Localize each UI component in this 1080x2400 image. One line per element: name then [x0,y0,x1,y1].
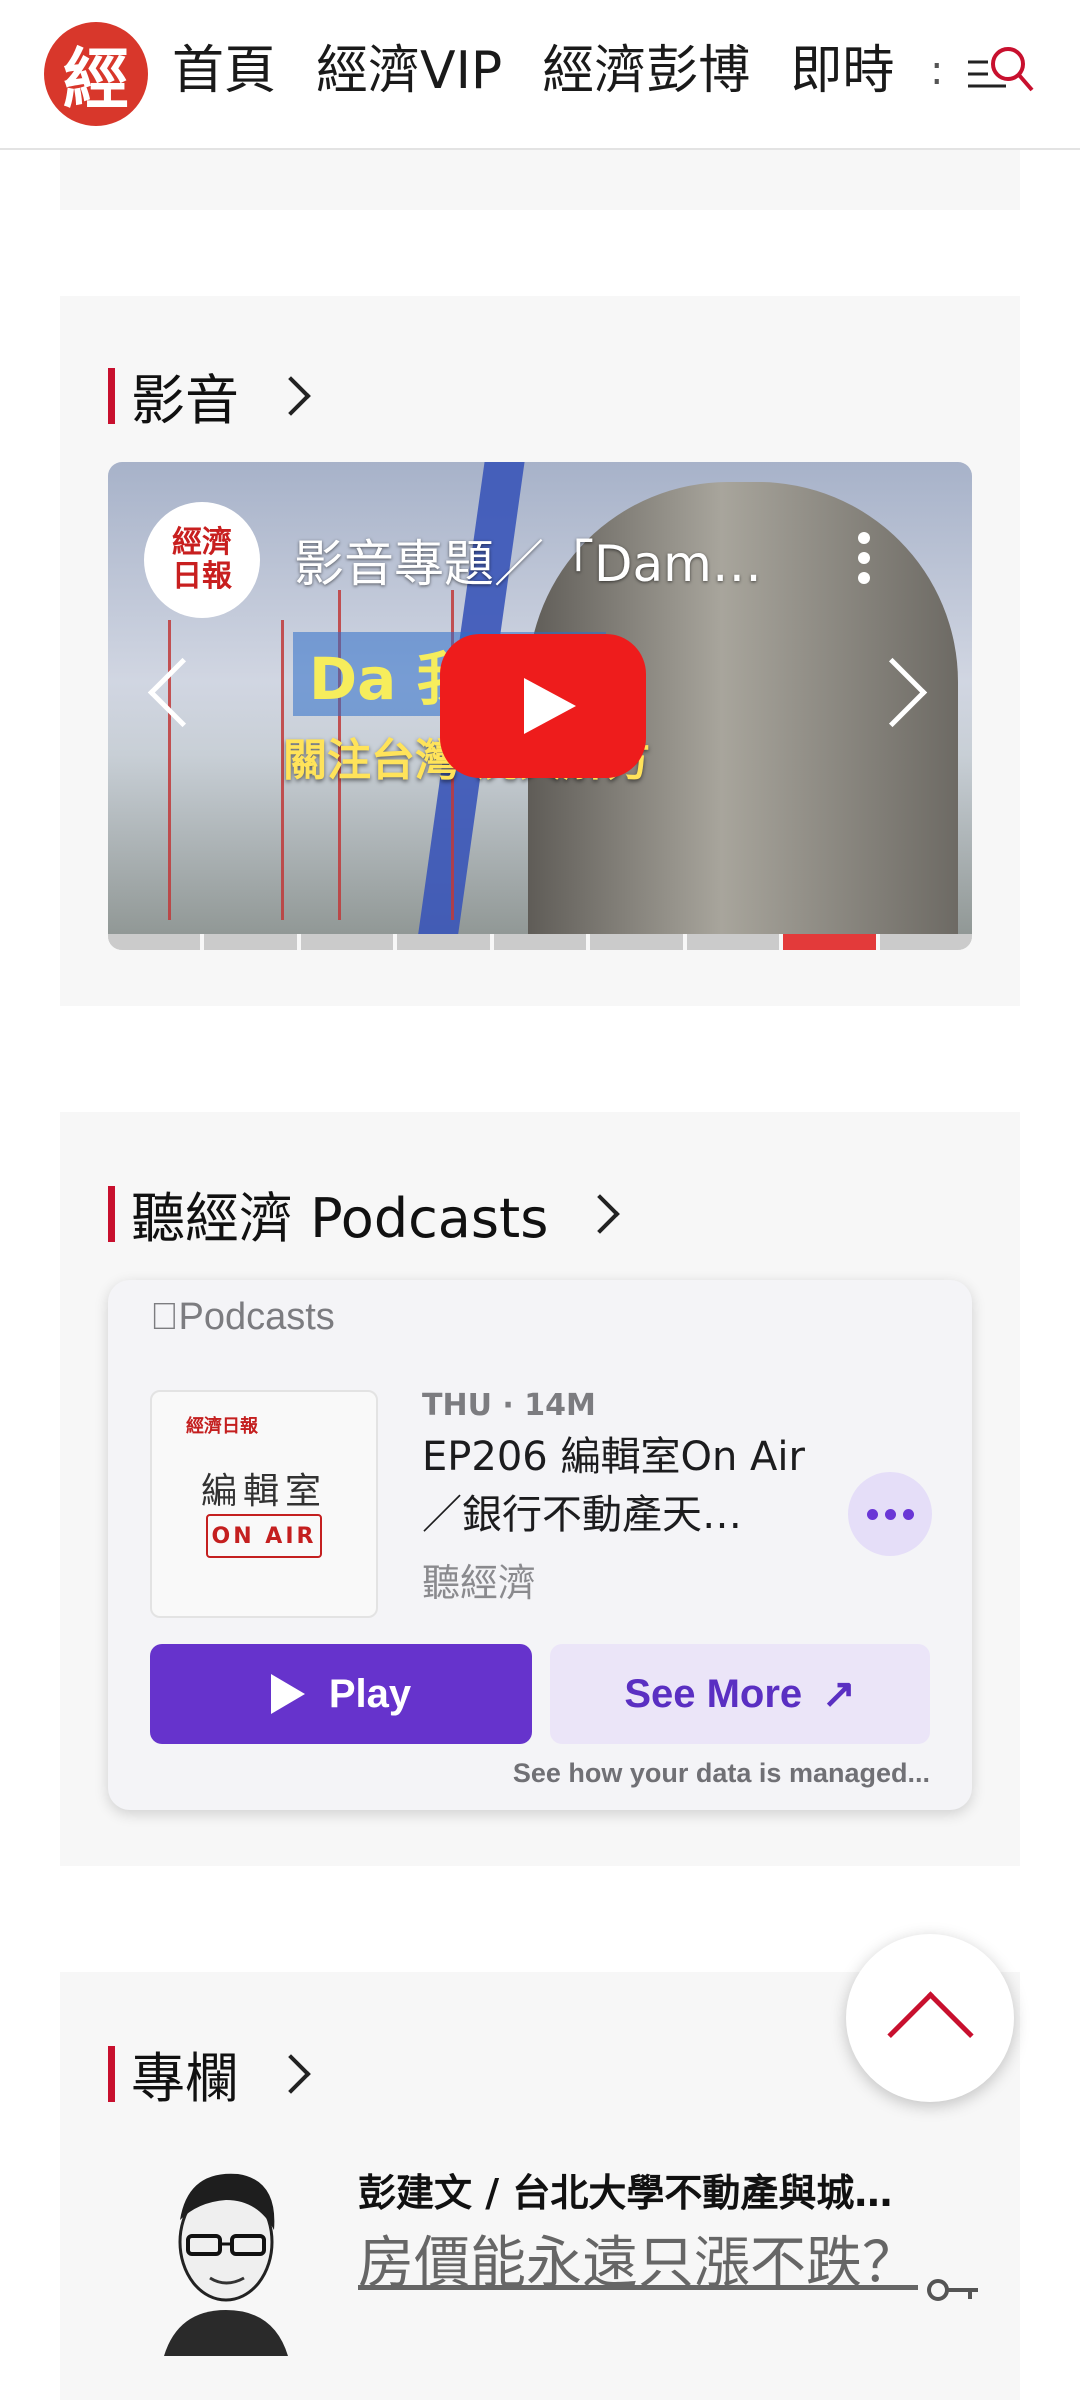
nav-item-realtime[interactable]: 即時 [790,28,894,103]
show-name[interactable]: 聽經濟 [422,1552,536,1607]
top-navigation-bar: 經 首頁 經濟VIP 經濟彭博 即時 : [0,0,1080,150]
site-logo[interactable]: 經 [44,22,148,126]
chevron-right-icon [271,375,311,416]
more-options-icon[interactable] [848,1472,932,1556]
on-air-badge: ON AIR [206,1514,322,1558]
arrow-up-right-icon: ↗ [822,1672,856,1716]
see-more-button[interactable]: See More ↗ [550,1644,930,1744]
apple-podcasts-brand[interactable]: Podcasts [150,1296,335,1339]
previous-section-card [60,148,1020,210]
video-more-icon[interactable] [858,532,872,592]
data-management-link[interactable]: See how your data is managed... [513,1758,930,1789]
podcast-section: 聽經濟 Podcasts Podcasts 經濟日報 編輯室 ON AIR T… [60,1112,1020,1866]
channel-logo[interactable]: 經濟 日報 [144,502,260,618]
video-player[interactable]: 經濟 日報 影音專題／「Dam… Da 我的電 關注台灣 況與解方 [108,462,972,950]
chevron-up-icon [887,1991,974,2078]
column-section-header[interactable]: 專欄 [108,2034,311,2113]
column-article-title[interactable]: 房價能永遠只漲不跌？ [358,2218,918,2299]
play-button[interactable]: Play [150,1644,532,1744]
carousel-progress [108,934,972,950]
nav-item-vip[interactable]: 經濟VIP [316,28,502,103]
chevron-right-icon [580,1193,621,1234]
episode-title[interactable]: EP206 編輯室On Air／銀行不動產天… [422,1428,842,1544]
youtube-play-icon[interactable] [440,634,646,778]
episode-date: THU · 14M [422,1388,596,1423]
video-section: 影音 經濟 日報 影音專題／「Dam… Da 我的電 關注台灣 況與解方 [60,296,1020,1006]
section-marker [108,367,115,424]
section-title: 專欄 [131,2047,239,2110]
apple-podcast-embed: Podcasts 經濟日報 編輯室 ON AIR THU · 14M EP20… [108,1280,972,1810]
chevron-right-icon [271,2053,311,2094]
podcast-artwork[interactable]: 經濟日報 編輯室 ON AIR [150,1390,378,1618]
podcast-section-header[interactable]: 聽經濟 Podcasts [108,1174,621,1253]
section-marker [108,2045,115,2102]
play-icon [270,1674,305,1714]
nav-item-bloomberg[interactable]: 經濟彭博 [542,28,750,103]
key-icon [927,2279,978,2301]
back-to-top-button[interactable] [846,1934,1014,2102]
nav-item-home[interactable]: 首頁 [172,28,276,103]
video-section-header[interactable]: 影音 [108,356,311,435]
column-author[interactable]: 彭建文 / 台北大學不動產與城… [358,2162,948,2217]
main-nav: 首頁 經濟VIP 經濟彭博 即時 [172,0,894,130]
section-marker [108,1185,115,1242]
section-title: 影音 [131,369,239,432]
nav-overflow-indicator: : [930,48,944,94]
video-title[interactable]: 影音專題／「Dam… [294,524,762,596]
artwork-brand: 經濟日報 [186,1416,258,1437]
search-menu-icon[interactable] [966,40,1036,100]
artwork-title: 編輯室 [200,1471,327,1512]
section-title: 聽經濟 Podcasts [131,1187,549,1250]
author-avatar[interactable] [148,2160,304,2356]
